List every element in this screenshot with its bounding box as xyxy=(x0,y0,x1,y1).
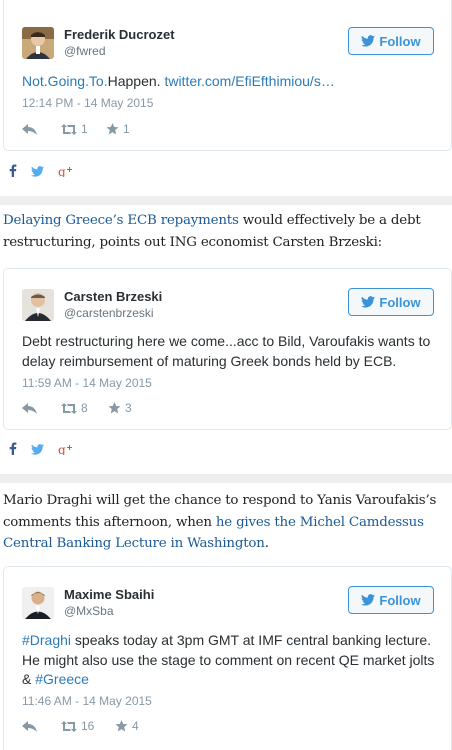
retweet-icon xyxy=(61,402,77,414)
svg-text:g: g xyxy=(58,443,66,455)
google-plus-icon: g xyxy=(58,443,72,457)
author-name[interactable]: Maxime Sbaihi xyxy=(64,587,154,602)
section-divider xyxy=(0,474,452,483)
google-plus-share-button[interactable]: g xyxy=(58,164,74,182)
avatar[interactable] xyxy=(22,289,54,321)
svg-text:g: g xyxy=(58,165,66,177)
favorite-count: 4 xyxy=(132,719,139,733)
tweet-link[interactable]: Not.Going.To. xyxy=(22,73,108,89)
star-icon xyxy=(108,402,121,414)
facebook-icon xyxy=(9,442,17,455)
favorite-action[interactable]: 3 xyxy=(108,401,132,415)
twitter-share-button[interactable] xyxy=(31,442,44,460)
share-row: g xyxy=(9,164,74,182)
follow-label: Follow xyxy=(379,592,421,608)
twitter-bird-icon xyxy=(361,35,376,47)
author-handle[interactable]: @carstenbrzeski xyxy=(64,306,154,320)
author-name[interactable]: Frederik Ducrozet xyxy=(64,27,175,42)
star-icon xyxy=(106,123,119,135)
favorite-count: 1 xyxy=(123,122,130,136)
embedded-tweet: Maxime Sbaihi @MxSba Follow #Draghi spea… xyxy=(3,566,452,750)
follow-button[interactable]: Follow xyxy=(348,288,434,316)
tweet-timestamp[interactable]: 11:46 AM - 14 May 2015 xyxy=(22,694,152,708)
retweet-action[interactable]: 16 xyxy=(61,719,115,733)
share-row: g xyxy=(9,442,74,460)
twitter-icon xyxy=(31,444,44,455)
embedded-tweet: Frederik Ducrozet @fwred Follow Not.Goin… xyxy=(3,0,452,151)
embedded-tweet: Carsten Brzeski @carstenbrzeski Follow D… xyxy=(3,268,452,430)
hashtag-link[interactable]: #Draghi xyxy=(22,632,71,648)
facebook-icon xyxy=(9,164,17,177)
reply-action[interactable] xyxy=(22,123,61,135)
facebook-share-button[interactable] xyxy=(9,164,17,182)
favorite-action[interactable]: 4 xyxy=(115,719,139,733)
reply-icon xyxy=(22,402,37,414)
paragraph-text: . xyxy=(264,536,269,551)
tweet-text: Debt restructuring here we come...acc to… xyxy=(22,333,431,369)
hashtag-link[interactable]: #Greece xyxy=(35,671,89,687)
retweet-count: 16 xyxy=(81,719,95,733)
retweet-action[interactable]: 1 xyxy=(61,122,106,136)
follow-label: Follow xyxy=(379,33,421,49)
tweet-link[interactable]: twitter.com/EfiEfthimiou/s… xyxy=(164,73,334,89)
google-plus-share-button[interactable]: g xyxy=(58,442,74,460)
reply-action[interactable] xyxy=(22,402,61,414)
follow-button[interactable]: Follow xyxy=(348,27,434,55)
tweet-actions: 1 1 xyxy=(22,122,130,136)
twitter-icon xyxy=(31,166,44,177)
favorite-count: 3 xyxy=(125,401,132,415)
tweet-text: #Draghi speaks today at 3pm GMT at IMF c… xyxy=(22,631,435,690)
article-paragraph: Delaying Greece’s ECB repayments would e… xyxy=(3,210,449,253)
retweet-count: 8 xyxy=(81,401,88,415)
tweet-timestamp[interactable]: 12:14 PM - 14 May 2015 xyxy=(22,96,153,110)
section-divider xyxy=(0,196,452,205)
retweet-action[interactable]: 8 xyxy=(61,401,108,415)
article-paragraph: Mario Draghi will get the chance to resp… xyxy=(3,490,449,555)
retweet-count: 1 xyxy=(81,122,88,136)
reply-icon xyxy=(22,720,37,732)
reply-icon xyxy=(22,123,37,135)
facebook-share-button[interactable] xyxy=(9,442,17,460)
tweet-timestamp[interactable]: 11:59 AM - 14 May 2015 xyxy=(22,376,152,390)
twitter-share-button[interactable] xyxy=(31,164,44,182)
google-plus-icon: g xyxy=(58,165,72,179)
retweet-icon xyxy=(61,123,77,135)
tweet-actions: 16 4 xyxy=(22,719,139,733)
author-handle[interactable]: @MxSba xyxy=(64,604,114,618)
tweet-text-plain: Happen. xyxy=(107,73,165,89)
tweet-actions: 8 3 xyxy=(22,401,132,415)
star-icon xyxy=(115,720,128,732)
tweet-text: Not.Going.To.Happen. twitter.com/EfiEfth… xyxy=(22,72,435,92)
reply-action[interactable] xyxy=(22,720,61,732)
author-name[interactable]: Carsten Brzeski xyxy=(64,289,162,304)
favorite-action[interactable]: 1 xyxy=(106,122,130,136)
twitter-bird-icon xyxy=(361,594,376,606)
retweet-icon xyxy=(61,720,77,732)
article-link[interactable]: Delaying Greece’s ECB repayments xyxy=(3,213,239,228)
twitter-bird-icon xyxy=(361,296,376,308)
author-handle[interactable]: @fwred xyxy=(64,44,106,58)
avatar[interactable] xyxy=(22,27,54,59)
avatar[interactable] xyxy=(22,587,54,619)
follow-button[interactable]: Follow xyxy=(348,586,434,614)
follow-label: Follow xyxy=(379,294,421,310)
